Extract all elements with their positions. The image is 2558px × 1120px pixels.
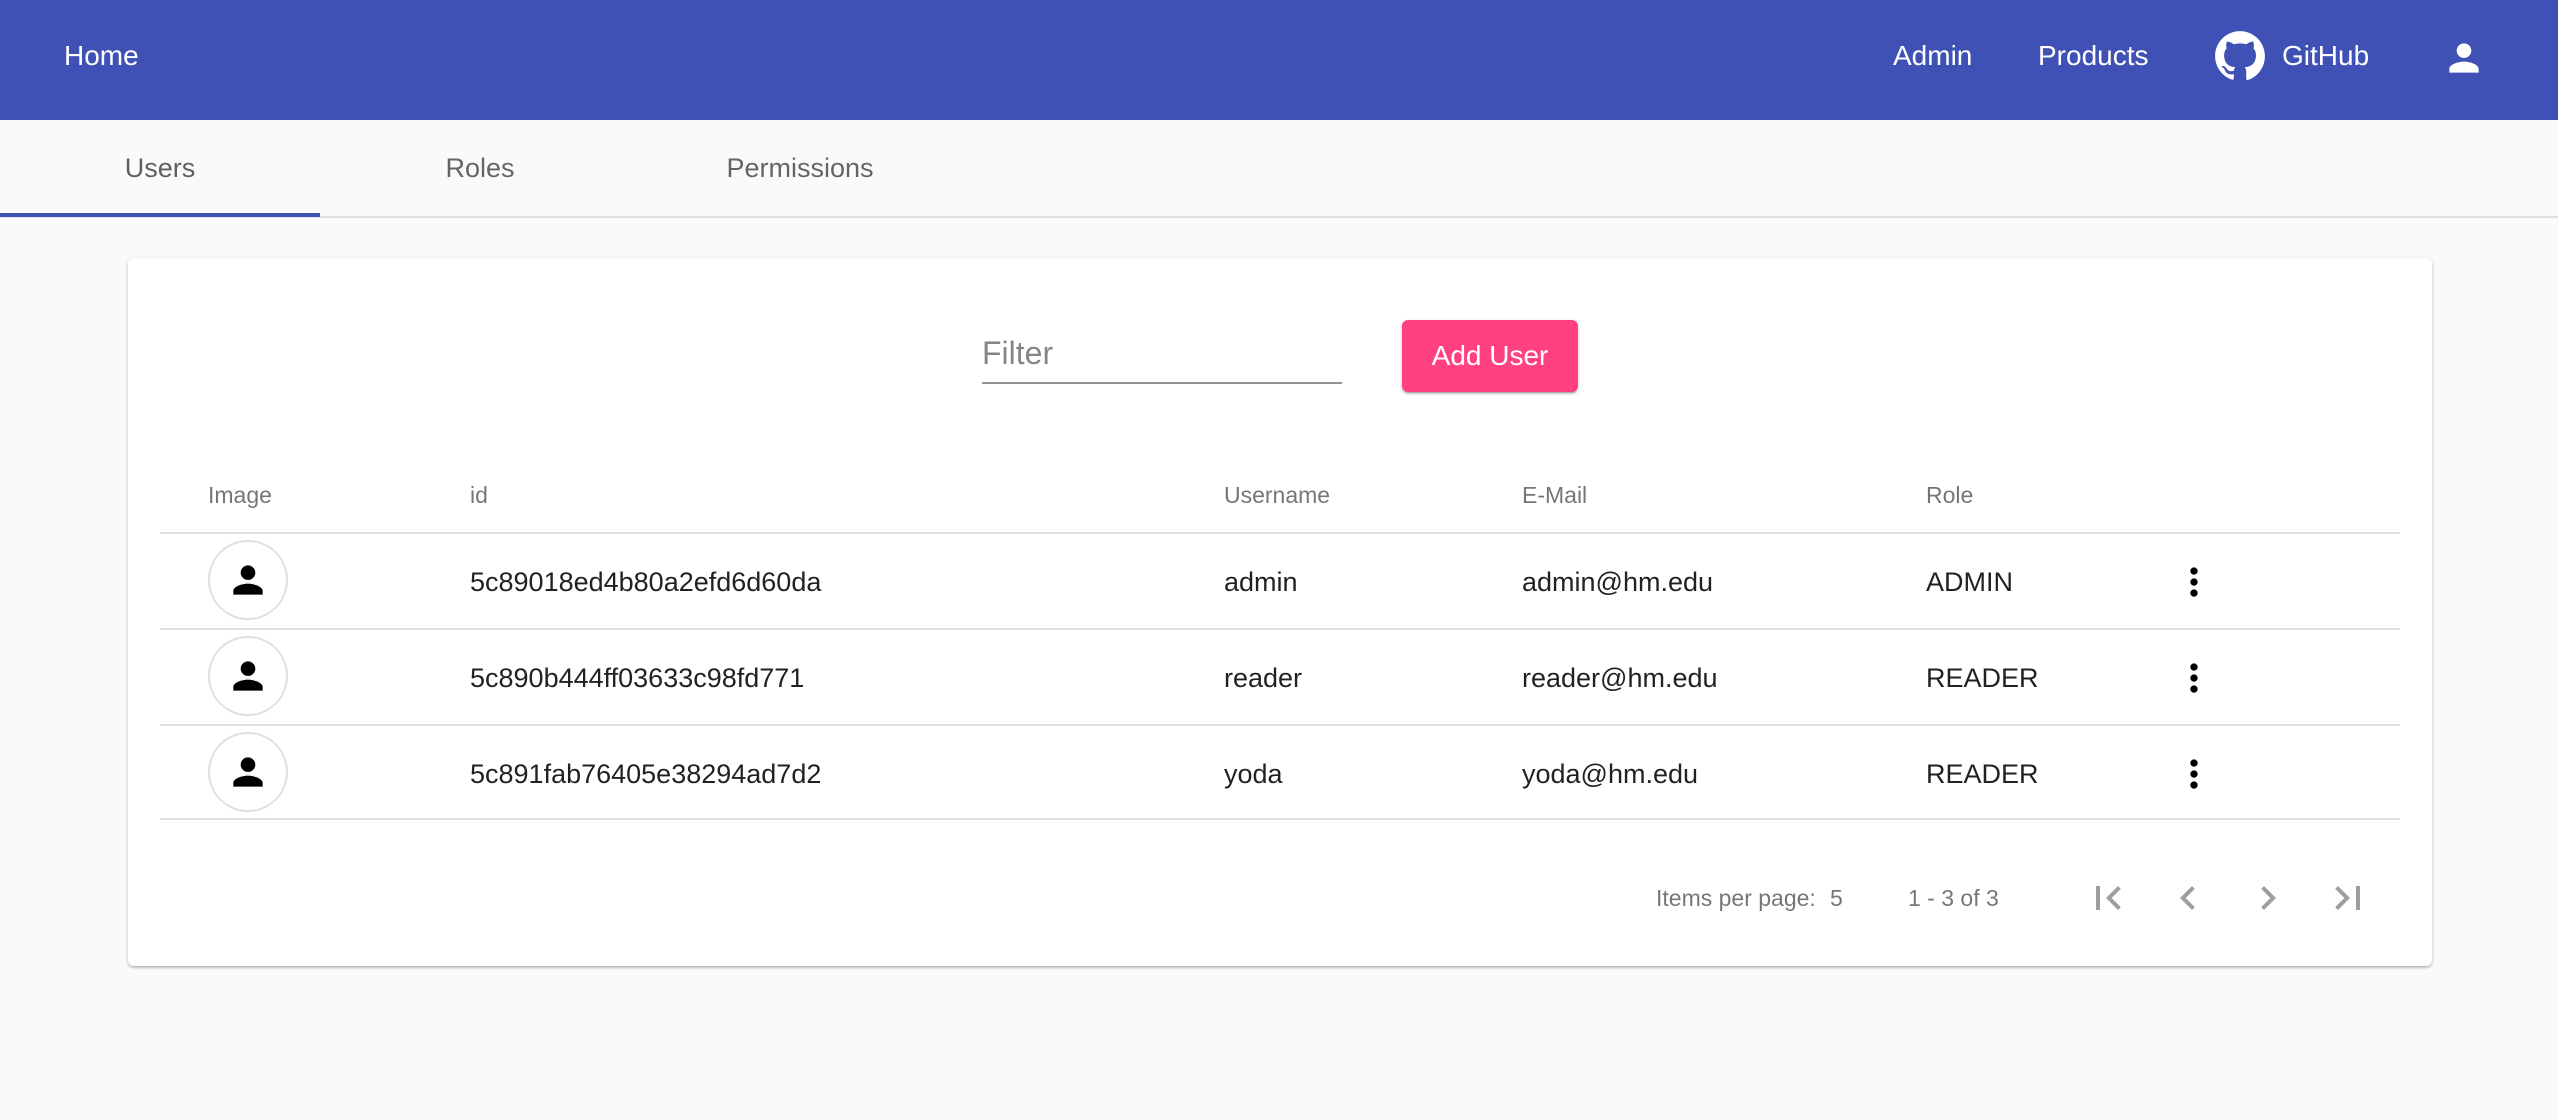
first-page-icon — [2096, 886, 2121, 910]
header-role[interactable]: Role — [1926, 460, 1973, 530]
range-label: 1 - 3 of 3 — [1908, 885, 1999, 911]
items-per-page-label: Items per page: — [1656, 885, 1816, 911]
admin-link[interactable]: Admin — [1893, 0, 1972, 112]
header-image[interactable]: Image — [208, 460, 272, 530]
account-button[interactable] — [2442, 36, 2486, 80]
header-id[interactable]: id — [470, 460, 488, 530]
table-row[interactable]: 5c89018ed4b80a2efd6d60da admin admin@hm.… — [160, 532, 2400, 628]
table-row[interactable]: 5c890b444ff03633c98fd771 reader reader@h… — [160, 628, 2400, 724]
add-user-button[interactable]: Add User — [1402, 320, 1578, 392]
products-link[interactable]: Products — [2038, 0, 2149, 112]
tab-bar: Users Roles Permissions — [0, 120, 2558, 218]
github-link[interactable]: GitHub — [2214, 0, 2369, 112]
more-vert-icon — [2190, 759, 2198, 789]
tab-permissions[interactable]: Permissions — [640, 120, 960, 216]
tab-roles[interactable]: Roles — [320, 120, 640, 216]
header-email[interactable]: E-Mail — [1522, 460, 1587, 530]
more-vert-icon — [2190, 663, 2198, 693]
github-label: GitHub — [2282, 40, 2370, 71]
account-icon — [2449, 43, 2479, 73]
home-link[interactable]: Home — [64, 0, 139, 112]
top-toolbar: Home Admin Products GitHub — [0, 0, 2558, 120]
more-vert-icon — [2190, 567, 2198, 597]
user-username: reader — [1224, 663, 1303, 693]
last-page-icon — [2335, 886, 2360, 910]
github-icon — [2215, 31, 2265, 81]
user-email: admin@hm.edu — [1522, 567, 1714, 597]
user-id: 5c89018ed4b80a2efd6d60da — [470, 567, 822, 597]
user-username: yoda — [1224, 759, 1283, 789]
first-page-button[interactable] — [2080, 870, 2136, 926]
active-tab-indicator — [0, 213, 320, 217]
header-username[interactable]: Username — [1224, 460, 1330, 530]
user-id: 5c891fab76405e38294ad7d2 — [470, 759, 822, 789]
user-email: reader@hm.edu — [1522, 663, 1718, 693]
avatar — [208, 540, 288, 620]
person-icon — [233, 661, 263, 691]
filter-field — [982, 328, 1342, 384]
row-menu-button[interactable] — [2170, 558, 2218, 606]
user-role: ADMIN — [1926, 567, 2013, 597]
person-icon — [233, 757, 263, 787]
row-menu-button[interactable] — [2170, 750, 2218, 798]
person-icon — [233, 565, 263, 595]
filter-input[interactable] — [982, 328, 1342, 378]
avatar — [208, 636, 288, 716]
users-card: Add User Image id Username E-Mail Role 5… — [128, 258, 2432, 966]
last-page-button[interactable] — [2320, 870, 2376, 926]
chevron-left-icon — [2180, 886, 2195, 910]
avatar — [208, 732, 288, 812]
user-role: READER — [1926, 663, 2039, 693]
user-role: READER — [1926, 759, 2039, 789]
previous-page-button[interactable] — [2160, 870, 2216, 926]
user-username: admin — [1224, 567, 1298, 597]
table-row[interactable]: 5c891fab76405e38294ad7d2 yoda yoda@hm.ed… — [160, 724, 2400, 820]
chevron-right-icon — [2261, 886, 2276, 910]
row-menu-button[interactable] — [2170, 654, 2218, 702]
next-page-button[interactable] — [2240, 870, 2296, 926]
user-email: yoda@hm.edu — [1522, 759, 1699, 789]
page-size-select[interactable]: 5 — [1830, 858, 1843, 938]
tab-users[interactable]: Users — [0, 120, 320, 216]
user-id: 5c890b444ff03633c98fd771 — [470, 663, 805, 693]
